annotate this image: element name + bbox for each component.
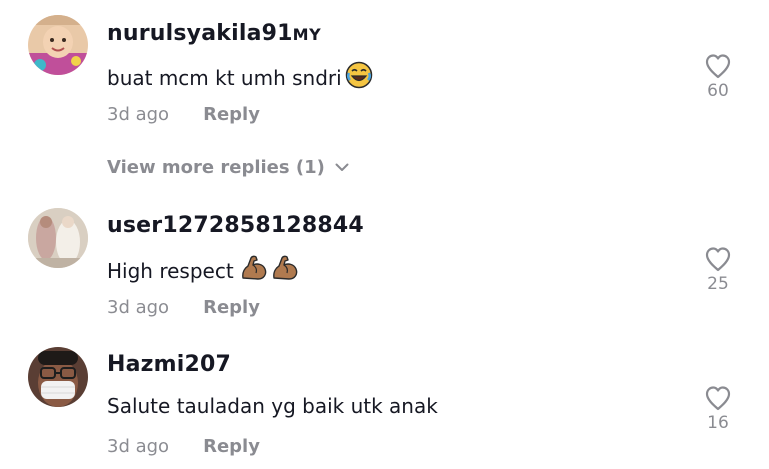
like-button[interactable]: 25 (699, 246, 737, 294)
comment-username[interactable]: nurulsyakila91MY (107, 21, 321, 46)
comment-text: Salute tauladan yg baik utk anak (107, 394, 438, 418)
avatar[interactable] (28, 347, 88, 407)
reply-button[interactable]: Reply (203, 436, 260, 457)
comment-timestamp: 3d ago (107, 297, 170, 318)
comment-meta: 3d ago Reply (107, 104, 260, 125)
like-count: 60 (707, 81, 729, 101)
comment-meta: 3d ago Reply (107, 297, 260, 318)
comment-username[interactable]: user1272858128844 (107, 213, 364, 238)
like-button[interactable]: 16 (699, 385, 737, 433)
comment-meta: 3d ago Reply (107, 436, 260, 457)
flexed-biceps-icon (271, 254, 299, 287)
heart-icon (705, 386, 731, 411)
reply-button[interactable]: Reply (203, 104, 260, 125)
like-button[interactable]: 60 (699, 53, 737, 101)
chevron-down-icon (335, 163, 349, 171)
heart-icon (705, 247, 731, 272)
face-with-tears-of-joy-icon (345, 61, 373, 94)
avatar[interactable] (28, 15, 88, 75)
view-more-replies-button[interactable]: View more replies (1) (107, 157, 349, 178)
reply-button[interactable]: Reply (203, 297, 260, 318)
comment-text: High respect (107, 254, 299, 287)
view-more-replies-label: View more replies (1) (107, 157, 325, 178)
heart-icon (705, 54, 731, 79)
comment-timestamp: 3d ago (107, 436, 170, 457)
comment-timestamp: 3d ago (107, 104, 170, 125)
like-count: 25 (707, 274, 729, 294)
flexed-biceps-icon (240, 254, 268, 287)
comment-username[interactable]: Hazmi207 (107, 352, 231, 377)
comment-text: buat mcm kt umh sndri (107, 61, 373, 94)
like-count: 16 (707, 413, 729, 433)
avatar[interactable] (28, 208, 88, 268)
